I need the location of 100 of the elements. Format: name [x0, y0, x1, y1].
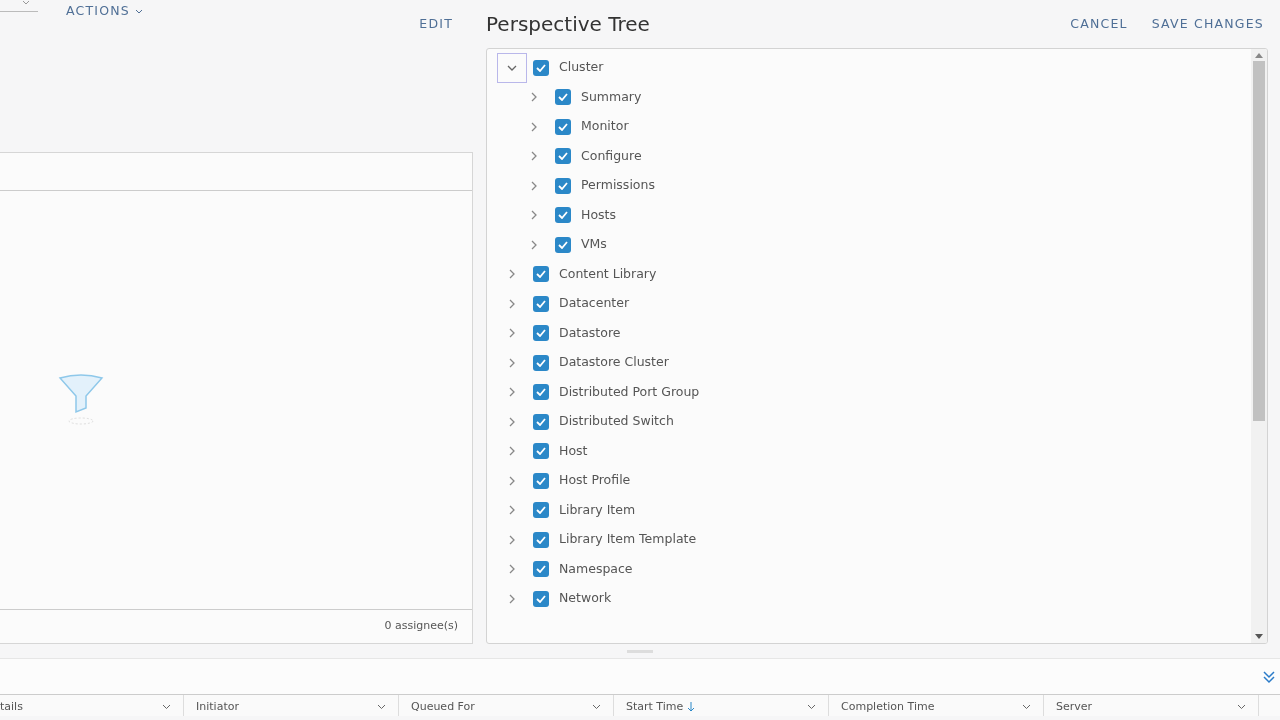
- chevron-down-icon: [377, 704, 386, 710]
- checkmark-icon: [536, 358, 546, 367]
- checkmark-icon: [536, 329, 546, 338]
- tree-item-label[interactable]: Permissions: [581, 176, 655, 196]
- chevron-down-icon: [592, 704, 601, 710]
- checkmark-icon: [536, 594, 546, 603]
- panel-title: Perspective Tree: [486, 11, 650, 38]
- tree-item-label[interactable]: Namespace: [559, 559, 633, 579]
- chevron-right-icon: [507, 269, 517, 280]
- checkmark-icon: [536, 417, 546, 426]
- chevron-right-icon: [507, 387, 517, 398]
- checkmark-icon: [536, 535, 546, 544]
- checkmark-icon: [536, 388, 546, 397]
- checkmark-icon: [558, 211, 568, 220]
- column-header[interactable]: Server: [1044, 695, 1259, 716]
- checkbox[interactable]: [533, 531, 549, 548]
- tree-item-label[interactable]: Host: [559, 441, 588, 461]
- checkbox[interactable]: [555, 89, 571, 106]
- checkbox[interactable]: [555, 148, 571, 165]
- tree-item-label[interactable]: Configure: [581, 146, 642, 166]
- checkbox[interactable]: [555, 236, 571, 253]
- chevron-right-icon: [507, 534, 517, 545]
- chevron-right-icon: [507, 446, 517, 457]
- tree-item-label[interactable]: VMs: [581, 235, 607, 255]
- chevron-right-icon: [529, 239, 539, 250]
- checkmark-icon: [536, 447, 546, 456]
- chevron-right-icon: [529, 92, 539, 103]
- sort-down-icon: [687, 701, 696, 712]
- edit-button[interactable]: EDIT: [415, 12, 457, 36]
- checkmark-icon: [558, 122, 568, 131]
- checkmark-icon: [558, 152, 568, 161]
- actions-menu[interactable]: ACTIONS: [62, 0, 148, 23]
- column-header[interactable]: Start Time: [614, 695, 829, 716]
- checkmark-icon: [536, 565, 546, 574]
- tree-item-label[interactable]: Network: [559, 589, 612, 609]
- tree-item-label[interactable]: Hosts: [581, 205, 616, 225]
- chevron-right-icon: [507, 328, 517, 339]
- cancel-button[interactable]: CANCEL: [1066, 12, 1132, 36]
- checkmark-icon: [536, 299, 546, 308]
- tree-item-label[interactable]: Library Item Template: [559, 530, 697, 550]
- checkbox[interactable]: [533, 590, 549, 607]
- checkbox[interactable]: [533, 561, 549, 578]
- tree-item-label[interactable]: Distributed Port Group: [559, 382, 700, 402]
- tree-item-label[interactable]: Summary: [581, 87, 642, 107]
- checkbox[interactable]: [555, 177, 571, 194]
- checkmark-icon: [536, 506, 546, 515]
- checkbox[interactable]: [533, 354, 549, 371]
- checkmark-icon: [536, 270, 546, 279]
- checkbox[interactable]: [533, 295, 549, 312]
- checkbox[interactable]: [533, 266, 549, 283]
- checkbox[interactable]: [533, 413, 549, 430]
- tree-item-label[interactable]: Monitor: [581, 117, 629, 137]
- tree-item-label[interactable]: Datastore: [559, 323, 621, 343]
- checkmark-icon: [558, 240, 568, 249]
- chevron-right-icon: [529, 210, 539, 221]
- tree-item-label[interactable]: Content Library: [559, 264, 657, 284]
- column-header[interactable]: Completion Time: [829, 695, 1044, 716]
- chevron-down-icon: [162, 704, 171, 710]
- tree-item-label[interactable]: Distributed Switch: [559, 412, 674, 432]
- chevron-right-icon: [507, 593, 517, 604]
- expand-toggle[interactable]: [497, 52, 527, 83]
- checkmark-icon: [558, 181, 568, 190]
- checkbox[interactable]: [533, 325, 549, 342]
- tree-item-label[interactable]: Host Profile: [559, 471, 631, 491]
- chevron-right-icon: [507, 564, 517, 575]
- scrollbar-thumb[interactable]: [1253, 61, 1265, 421]
- checkmark-icon: [558, 93, 568, 102]
- filter-icon: [58, 374, 104, 426]
- checkbox[interactable]: [533, 502, 549, 519]
- chevron-right-icon: [529, 151, 539, 162]
- chevron-right-icon: [529, 121, 539, 132]
- checkbox[interactable]: [555, 118, 571, 135]
- checkmark-icon: [536, 63, 546, 72]
- column-header[interactable]: tails: [0, 695, 184, 716]
- column-header[interactable]: Initiator: [184, 695, 399, 716]
- chevron-right-icon: [507, 505, 517, 516]
- checkbox[interactable]: [533, 443, 549, 460]
- assignee-count: 0 assignee(s): [384, 618, 458, 635]
- chevron-down-icon: [1237, 704, 1246, 710]
- chevron-right-icon: [507, 298, 517, 309]
- chevron-down-icon: [807, 704, 816, 710]
- checkmark-icon: [536, 476, 546, 485]
- double-chevron-down-icon[interactable]: [1262, 669, 1276, 684]
- chevron-right-icon: [507, 416, 517, 427]
- chevron-down-icon[interactable]: [22, 0, 30, 6]
- chevron-right-icon: [507, 357, 517, 368]
- chevron-down-icon[interactable]: [135, 8, 144, 15]
- chevron-right-icon: [507, 475, 517, 486]
- checkbox[interactable]: [533, 59, 549, 76]
- tree-item-label[interactable]: Datastore Cluster: [559, 353, 669, 373]
- checkbox[interactable]: [533, 472, 549, 489]
- checkbox[interactable]: [533, 384, 549, 401]
- chevron-right-icon: [529, 180, 539, 191]
- checkbox[interactable]: [555, 207, 571, 224]
- tree-item-label[interactable]: Library Item: [559, 500, 636, 520]
- tree-item-label[interactable]: Datacenter: [559, 294, 630, 314]
- save-button[interactable]: SAVE CHANGES: [1147, 12, 1268, 36]
- tree-item-label[interactable]: Cluster: [559, 58, 604, 78]
- column-header[interactable]: Queued For: [399, 695, 614, 716]
- chevron-down-icon: [1022, 704, 1031, 710]
